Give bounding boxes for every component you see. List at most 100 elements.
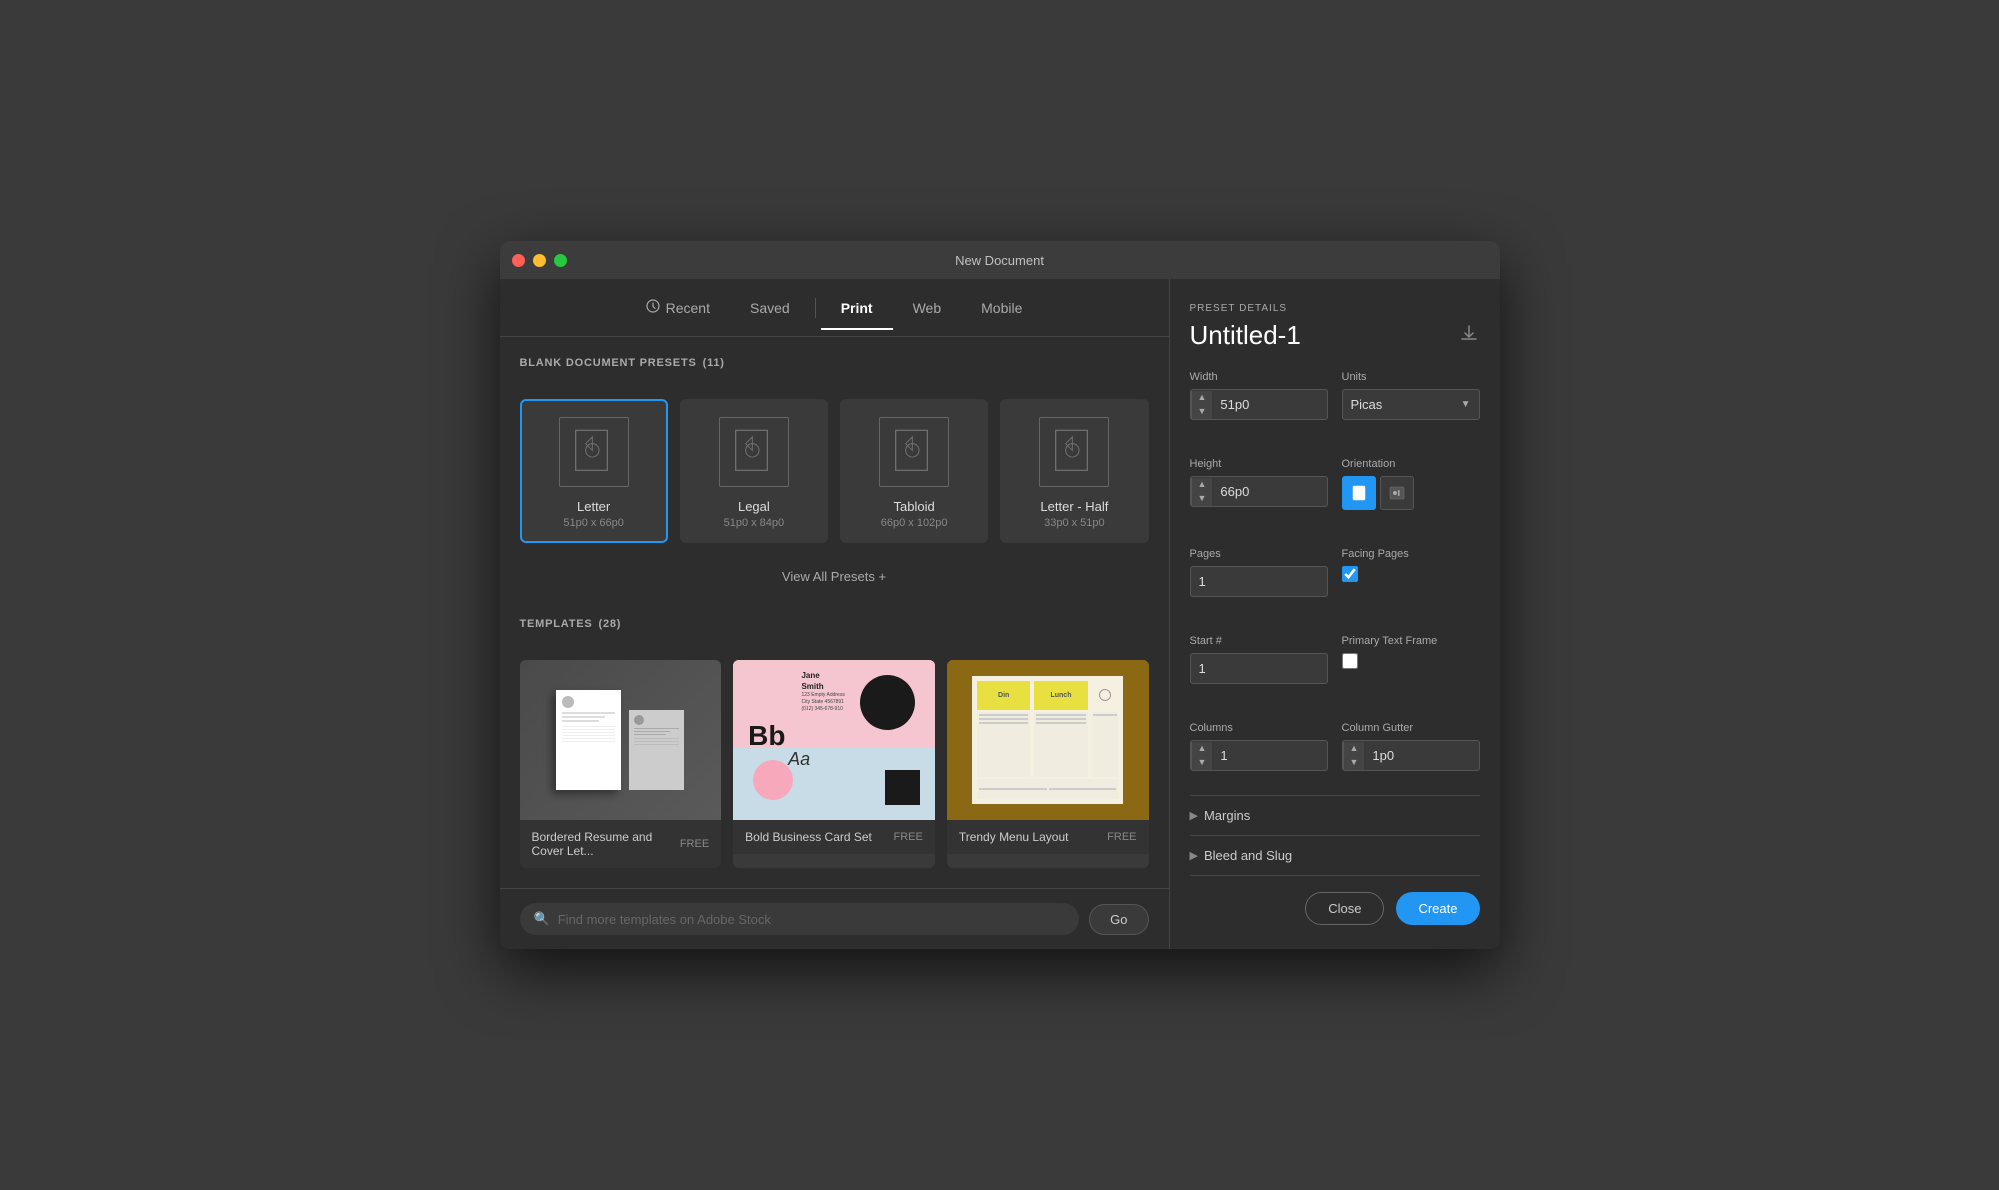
- tab-recent-label: Recent: [666, 300, 710, 316]
- search-input-wrap: 🔍: [520, 903, 1080, 935]
- columns-input[interactable]: [1212, 741, 1326, 770]
- nav-tabs: Recent Saved Print Web Mobile: [500, 279, 1169, 337]
- left-panel: Recent Saved Print Web Mobile: [500, 279, 1170, 949]
- template-resume-badge: FREE: [680, 838, 709, 850]
- start-input-wrap: [1190, 653, 1328, 684]
- templates-section-title: TEMPLATES: [520, 618, 593, 630]
- template-business-badge: FREE: [893, 831, 922, 843]
- preset-tabloid-name: Tabloid: [894, 499, 935, 514]
- width-input[interactable]: [1212, 390, 1326, 419]
- template-business-name: Bold Business Card Set: [745, 830, 872, 844]
- columns-group: Columns ▲ ▼: [1190, 722, 1328, 795]
- facing-pages-group: Facing Pages: [1342, 548, 1480, 621]
- search-input[interactable]: [558, 912, 1065, 927]
- scrollable-content: BLANK DOCUMENT PRESETS (11): [500, 337, 1169, 888]
- template-resume-thumb: [520, 660, 722, 820]
- templates-section: TEMPLATES (28): [520, 608, 1149, 868]
- maximize-window-button[interactable]: [554, 254, 567, 267]
- tab-saved[interactable]: Saved: [730, 294, 810, 322]
- columns-spinners: ▲ ▼: [1191, 742, 1213, 770]
- column-gutter-decrement[interactable]: ▼: [1344, 756, 1365, 770]
- templates-grid: Bordered Resume and Cover Let... FREE: [520, 660, 1149, 868]
- facing-pages-checkbox[interactable]: [1342, 566, 1358, 582]
- bleed-slug-chevron-icon: ▶: [1190, 849, 1198, 862]
- facing-pages-label: Facing Pages: [1342, 548, 1480, 560]
- start-label: Start #: [1190, 635, 1328, 647]
- orientation-buttons: [1342, 476, 1480, 510]
- template-menu[interactable]: Din: [947, 660, 1149, 868]
- tab-mobile[interactable]: Mobile: [961, 294, 1042, 322]
- width-increment[interactable]: ▲: [1192, 391, 1213, 405]
- height-decrement[interactable]: ▼: [1192, 492, 1213, 506]
- height-increment[interactable]: ▲: [1192, 478, 1213, 492]
- orientation-landscape-button[interactable]: [1380, 476, 1414, 510]
- units-select-arrow: ▼: [1461, 399, 1479, 410]
- template-menu-footer: Trendy Menu Layout FREE: [947, 820, 1149, 854]
- view-all-presets-button[interactable]: View All Presets +: [520, 559, 1149, 594]
- preset-legal-size: 51p0 x 84p0: [724, 517, 785, 529]
- preset-details-label: PRESET DETAILS: [1190, 303, 1480, 314]
- right-panel-footer: Close Create: [1190, 875, 1480, 925]
- facing-pages-checkbox-wrap: [1342, 566, 1480, 582]
- document-title-row: Untitled-1: [1190, 320, 1480, 351]
- close-button[interactable]: Close: [1305, 892, 1384, 925]
- tab-web[interactable]: Web: [893, 294, 962, 322]
- preset-legal-name: Legal: [738, 499, 770, 514]
- height-input-wrap: ▲ ▼: [1190, 476, 1328, 507]
- tab-recent[interactable]: Recent: [626, 293, 730, 322]
- columns-input-wrap: ▲ ▼: [1190, 740, 1328, 771]
- create-button[interactable]: Create: [1396, 892, 1479, 925]
- columns-increment[interactable]: ▲: [1192, 742, 1213, 756]
- pages-group: Pages: [1190, 548, 1328, 621]
- tab-saved-label: Saved: [750, 300, 790, 316]
- tab-web-label: Web: [913, 300, 942, 316]
- template-business-footer: Bold Business Card Set FREE: [733, 820, 935, 854]
- preset-letter-half[interactable]: Letter - Half 33p0 x 51p0: [1000, 399, 1148, 543]
- presets-grid: Letter 51p0 x 66p0: [520, 399, 1149, 543]
- bleed-slug-section[interactable]: ▶ Bleed and Slug: [1190, 835, 1480, 875]
- new-document-window: New Document Recent Saved: [500, 241, 1500, 949]
- tab-print[interactable]: Print: [821, 294, 893, 322]
- main-content: Recent Saved Print Web Mobile: [500, 279, 1500, 949]
- bleed-slug-label: Bleed and Slug: [1204, 848, 1292, 863]
- pages-input[interactable]: [1191, 567, 1327, 596]
- pages-input-wrap: [1190, 566, 1328, 597]
- height-group: Height ▲ ▼: [1190, 458, 1328, 534]
- orientation-group: Orientation: [1342, 458, 1480, 534]
- save-icon[interactable]: [1458, 322, 1480, 350]
- columns-decrement[interactable]: ▼: [1192, 756, 1213, 770]
- column-gutter-input[interactable]: [1364, 741, 1478, 770]
- column-gutter-increment[interactable]: ▲: [1344, 742, 1365, 756]
- width-input-wrap: ▲ ▼: [1190, 389, 1328, 420]
- template-business[interactable]: Bb JaneSmith 123 Empty Address City Stat…: [733, 660, 935, 868]
- preset-letter-half-thumb: [1039, 417, 1109, 487]
- height-input[interactable]: [1212, 477, 1326, 506]
- minimize-window-button[interactable]: [533, 254, 546, 267]
- template-resume-name: Bordered Resume and Cover Let...: [532, 830, 680, 858]
- preset-tabloid-size: 66p0 x 102p0: [881, 517, 948, 529]
- preset-letter-name: Letter: [577, 499, 610, 514]
- templates-count: (28): [599, 618, 622, 630]
- presets-section-title: BLANK DOCUMENT PRESETS: [520, 357, 697, 369]
- form-grid: Width ▲ ▼ Units Picas: [1190, 371, 1480, 795]
- close-window-button[interactable]: [512, 254, 525, 267]
- right-panel: PRESET DETAILS Untitled-1 Width ▲: [1170, 279, 1500, 949]
- template-resume[interactable]: Bordered Resume and Cover Let... FREE: [520, 660, 722, 868]
- preset-letter[interactable]: Letter 51p0 x 66p0: [520, 399, 668, 543]
- preset-letter-size: 51p0 x 66p0: [563, 517, 624, 529]
- start-input[interactable]: [1191, 654, 1327, 683]
- units-select[interactable]: Picas Inches Millimeters Centimeters Poi…: [1343, 390, 1461, 419]
- preset-tabloid[interactable]: Tabloid 66p0 x 102p0: [840, 399, 988, 543]
- margins-section[interactable]: ▶ Margins: [1190, 795, 1480, 835]
- tab-divider: [815, 298, 816, 318]
- orientation-portrait-button[interactable]: [1342, 476, 1376, 510]
- template-menu-thumb: Din: [947, 660, 1149, 820]
- title-bar: New Document: [500, 241, 1500, 279]
- width-decrement[interactable]: ▼: [1192, 405, 1213, 419]
- columns-label: Columns: [1190, 722, 1328, 734]
- primary-text-frame-checkbox[interactable]: [1342, 653, 1358, 669]
- search-go-button[interactable]: Go: [1089, 904, 1148, 935]
- preset-letter-half-size: 33p0 x 51p0: [1044, 517, 1105, 529]
- orientation-label: Orientation: [1342, 458, 1480, 470]
- preset-legal[interactable]: Legal 51p0 x 84p0: [680, 399, 828, 543]
